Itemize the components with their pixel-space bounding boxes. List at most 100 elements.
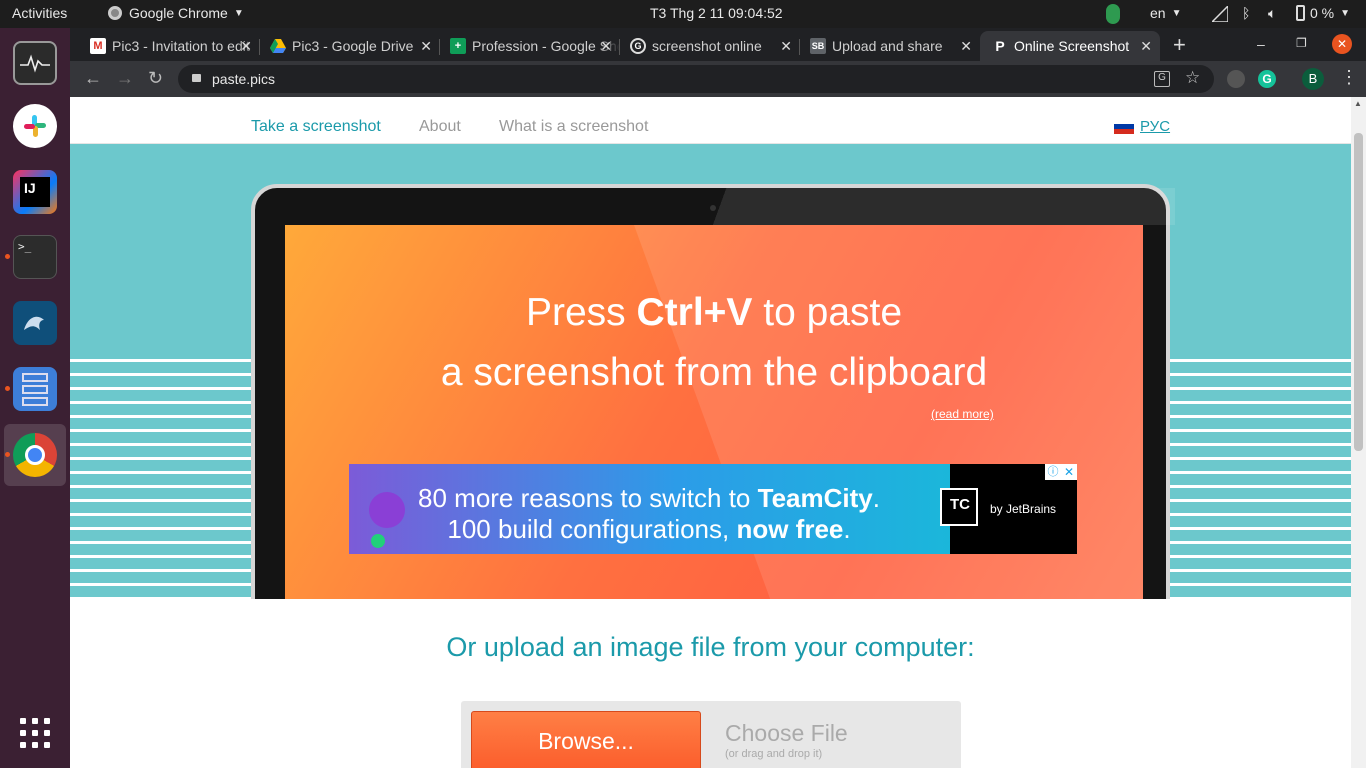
reload-button[interactable]: ↻	[148, 68, 163, 89]
app-menu-label: Google Chrome	[129, 5, 228, 21]
tab-google-sheets[interactable]: + Profession - Google Sheets ✕	[450, 31, 620, 61]
address-bar[interactable]: paste.pics G ☆	[178, 65, 1214, 93]
browse-button[interactable]: Browse...	[471, 711, 701, 768]
file-cabinet-icon	[13, 367, 57, 411]
ad-line2: 100 build configurations, now free.	[349, 514, 949, 545]
profile-avatar[interactable]: B	[1302, 68, 1324, 90]
russian-flag-icon	[1114, 119, 1134, 134]
paste-instruction-line1: Press Ctrl+V to paste	[285, 291, 1143, 335]
page-scrollbar[interactable]: ▲	[1351, 97, 1366, 768]
tab-divider	[799, 39, 800, 55]
language-selector[interactable]: en ▼	[1150, 5, 1181, 21]
tab-title: Profession - Google Sheets	[472, 38, 620, 54]
ad-banner[interactable]: 80 more reasons to switch to TeamCity. 1…	[349, 464, 1077, 554]
tab-title: Upload and share	[832, 38, 943, 54]
battery-percent: 0 %	[1310, 5, 1335, 21]
webcam-icon	[710, 205, 716, 211]
nav-what-is-screenshot[interactable]: What is a screenshot	[499, 118, 648, 136]
scroll-up-arrow-icon[interactable]: ▲	[1354, 99, 1362, 108]
dock-system-monitor[interactable]	[4, 32, 66, 94]
dock-slack[interactable]	[4, 95, 66, 157]
dock-google-chrome[interactable]	[4, 424, 66, 486]
tab-gmail[interactable]: M Pic3 - Invitation to edit ✕	[90, 31, 260, 61]
paste-area[interactable]: Press Ctrl+V to paste a screenshot from …	[285, 225, 1143, 599]
new-tab-button[interactable]: +	[1173, 32, 1186, 58]
slack-icon	[13, 104, 57, 148]
app-grid-icon	[20, 718, 50, 748]
translate-icon[interactable]: G	[1154, 71, 1170, 87]
laptop-illustration: Press Ctrl+V to paste a screenshot from …	[251, 184, 1175, 599]
site-nav: Take a screenshot About What is a screen…	[70, 97, 1351, 149]
terminal-icon: >_	[13, 235, 57, 279]
ad-line2-a: 100 build configurations,	[447, 514, 737, 544]
minimize-window-button[interactable]: –	[1257, 36, 1265, 52]
chevron-down-icon: ▼	[1171, 7, 1182, 19]
tab-title: Pic3 - Invitation to edit	[112, 38, 250, 54]
volume-icon[interactable]: 🔈︎	[1268, 5, 1276, 22]
dock-intellij-idea[interactable]: IJ	[4, 161, 66, 223]
dock-mysql-workbench[interactable]	[4, 292, 66, 354]
show-applications-button[interactable]	[4, 702, 66, 764]
gmail-icon: M	[90, 38, 106, 54]
lock-icon	[192, 74, 201, 82]
intellij-icon: IJ	[13, 170, 57, 214]
restore-window-button[interactable]: ❐	[1296, 36, 1307, 50]
menu-kebab-icon[interactable]: ⋮	[1340, 67, 1358, 88]
power-menu[interactable]: 0 % ▼	[1296, 5, 1350, 21]
mysql-dolphin-icon	[13, 301, 57, 345]
scrollbar-thumb[interactable]	[1354, 133, 1363, 451]
web-page: Take a screenshot About What is a screen…	[70, 97, 1351, 768]
grammarly-icon[interactable]: G	[1258, 70, 1276, 88]
close-tab-icon[interactable]: ✕	[1140, 38, 1152, 55]
lang-switch-link[interactable]: РУС	[1140, 118, 1170, 135]
forward-button[interactable]: →	[116, 68, 134, 89]
ad-line1-c: .	[872, 483, 880, 513]
close-tab-icon[interactable]: ✕	[240, 38, 252, 55]
nav-about[interactable]: About	[419, 118, 461, 136]
tab-divider	[439, 39, 440, 55]
close-window-button[interactable]: ✕	[1332, 34, 1352, 54]
close-tab-icon[interactable]: ✕	[600, 38, 612, 55]
read-more-link[interactable]: (read more)	[931, 407, 994, 421]
dock-terminal[interactable]: >_	[4, 226, 66, 288]
bluetooth-icon[interactable]: ᛒ	[1242, 5, 1250, 21]
chrome-app-icon	[108, 6, 122, 20]
file-upload-box[interactable]: Browse... Choose File (or drag and drop …	[461, 701, 961, 768]
tab-upload-share[interactable]: SB Upload and share ✕	[810, 31, 980, 61]
extension-icon[interactable]	[1227, 70, 1245, 88]
choose-file-label: Choose File	[725, 720, 848, 746]
sb-icon: SB	[810, 38, 826, 54]
running-indicator	[5, 386, 10, 391]
ad-close-icon[interactable]: ✕	[1061, 464, 1077, 480]
paste-text-c: to paste	[752, 291, 903, 334]
system-top-bar: Activities Google Chrome ▼ T3 Thg 2 11 0…	[0, 0, 1366, 28]
bookmark-star-icon[interactable]: ☆	[1185, 68, 1200, 88]
laptop-sheen	[675, 188, 1175, 225]
close-tab-icon[interactable]: ✕	[420, 38, 432, 55]
close-tab-icon[interactable]: ✕	[960, 38, 972, 55]
network-icon[interactable]	[1210, 4, 1229, 25]
dock: IJ >_	[0, 28, 70, 768]
ad-line2-b: now free	[736, 514, 844, 544]
close-tab-icon[interactable]: ✕	[780, 38, 792, 55]
clock[interactable]: T3 Thg 2 11 09:04:52	[650, 5, 783, 21]
drag-drop-hint: (or drag and drop it)	[725, 748, 823, 760]
ad-line1-b: TeamCity	[757, 483, 873, 513]
tab-online-screenshot[interactable]: P Online Screenshot ✕	[980, 31, 1160, 61]
tab-google-search[interactable]: G screenshot online ✕	[630, 31, 800, 61]
paste-pics-icon: P	[995, 38, 1005, 54]
bluetooth-tray-icon[interactable]	[1106, 4, 1120, 24]
tab-title: Pic3 - Google Drive	[292, 38, 414, 54]
adchoices-icon[interactable]: ⓘ	[1045, 464, 1061, 480]
google-drive-icon	[270, 38, 286, 54]
tab-google-drive[interactable]: Pic3 - Google Drive ✕	[270, 31, 440, 61]
decor-stripes-right	[1170, 359, 1351, 599]
paste-text-a: Press	[525, 291, 637, 334]
back-button[interactable]: ←	[84, 68, 102, 89]
dock-file-manager[interactable]	[4, 358, 66, 420]
app-menu[interactable]: Google Chrome ▼	[108, 5, 244, 21]
ad-line2-c: .	[843, 514, 851, 544]
paste-hero: Press Ctrl+V to paste a screenshot from …	[70, 144, 1351, 599]
activities-button[interactable]: Activities	[12, 5, 67, 21]
url-text: paste.pics	[212, 71, 276, 87]
